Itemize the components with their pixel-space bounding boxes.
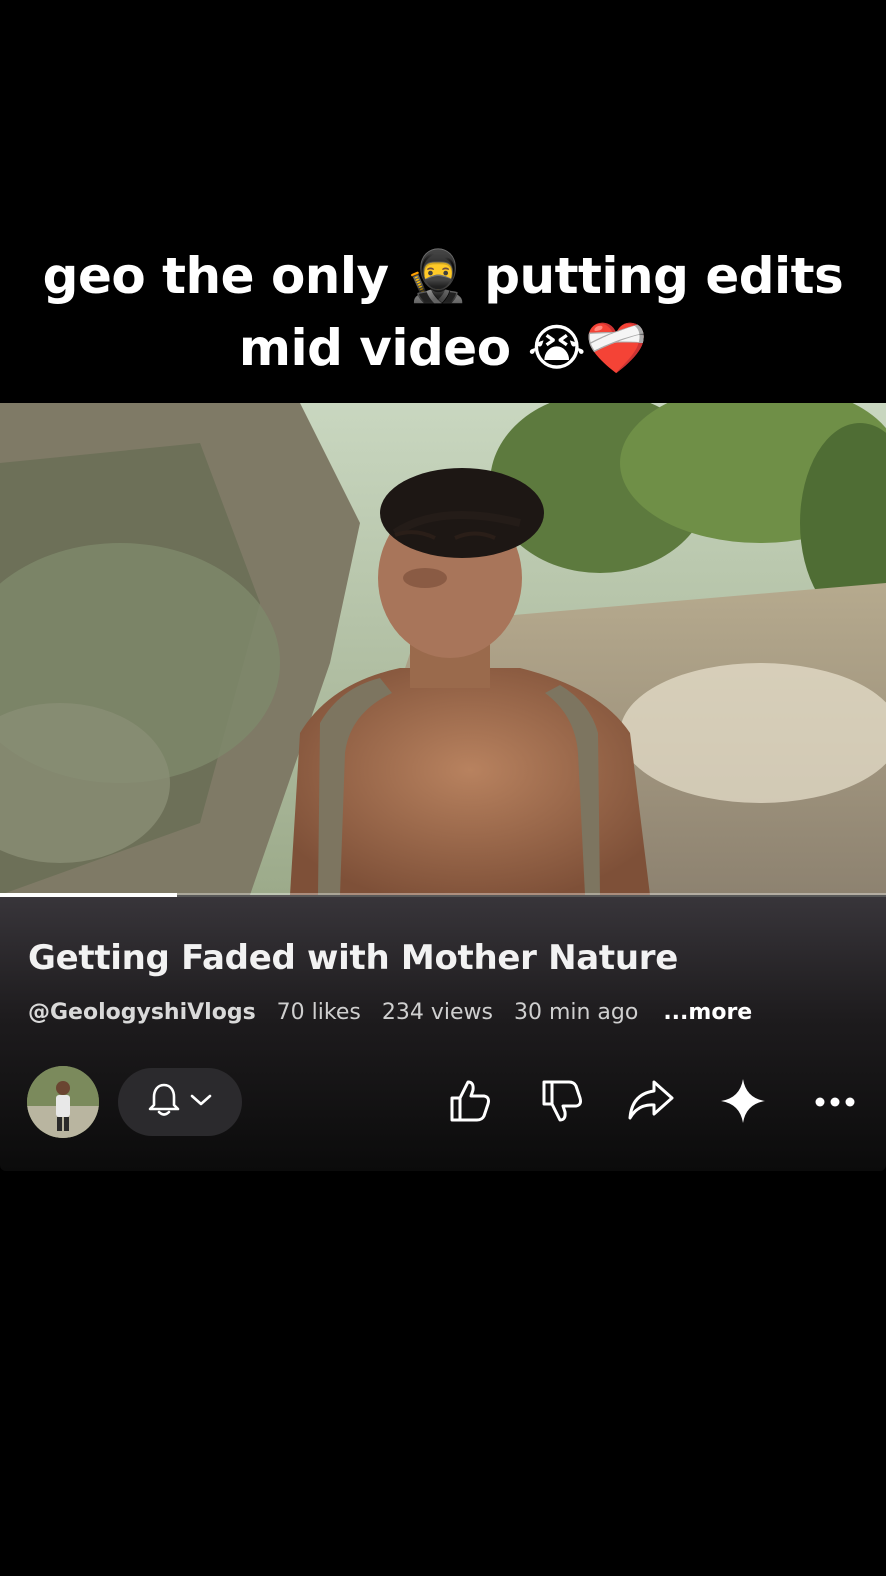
video-meta-row: @GeologyshiVlogs 70 likes 234 views 30 m… [28, 1000, 766, 1025]
subscription-bell-button[interactable] [118, 1068, 242, 1136]
like-count: 70 likes [276, 1000, 361, 1025]
view-count: 234 views [381, 1000, 493, 1025]
chevron-down-icon [189, 1092, 213, 1112]
share-icon [624, 1076, 678, 1130]
caption-line-1: geo the only 🥷 putting edits [42, 247, 844, 305]
avatar-image [27, 1066, 99, 1138]
video-title[interactable]: Getting Faded with Mother Nature [28, 938, 678, 978]
more-icon [813, 1094, 857, 1113]
video-player[interactable] [0, 403, 886, 895]
channel-avatar[interactable] [27, 1066, 99, 1138]
thumbs-down-icon [536, 1076, 586, 1130]
thumbs-up-icon [444, 1076, 494, 1130]
more-options-button[interactable] [806, 1074, 864, 1132]
upload-time: 30 min ago [513, 1000, 639, 1025]
ask-ai-button[interactable] [714, 1074, 772, 1132]
like-button[interactable] [440, 1074, 498, 1132]
caption-overlay: geo the only 🥷 putting edits mid video 😭… [0, 240, 886, 384]
more-link[interactable]: ...more [663, 1000, 752, 1025]
caption-line-2: mid video 😭❤️‍🩹 [238, 319, 648, 377]
channel-handle[interactable]: @GeologyshiVlogs [28, 1000, 256, 1025]
dislike-button[interactable] [532, 1074, 590, 1132]
share-button[interactable] [622, 1074, 680, 1132]
sparkle-icon [718, 1076, 768, 1130]
bell-icon [147, 1082, 181, 1122]
video-frame-image [0, 403, 886, 895]
